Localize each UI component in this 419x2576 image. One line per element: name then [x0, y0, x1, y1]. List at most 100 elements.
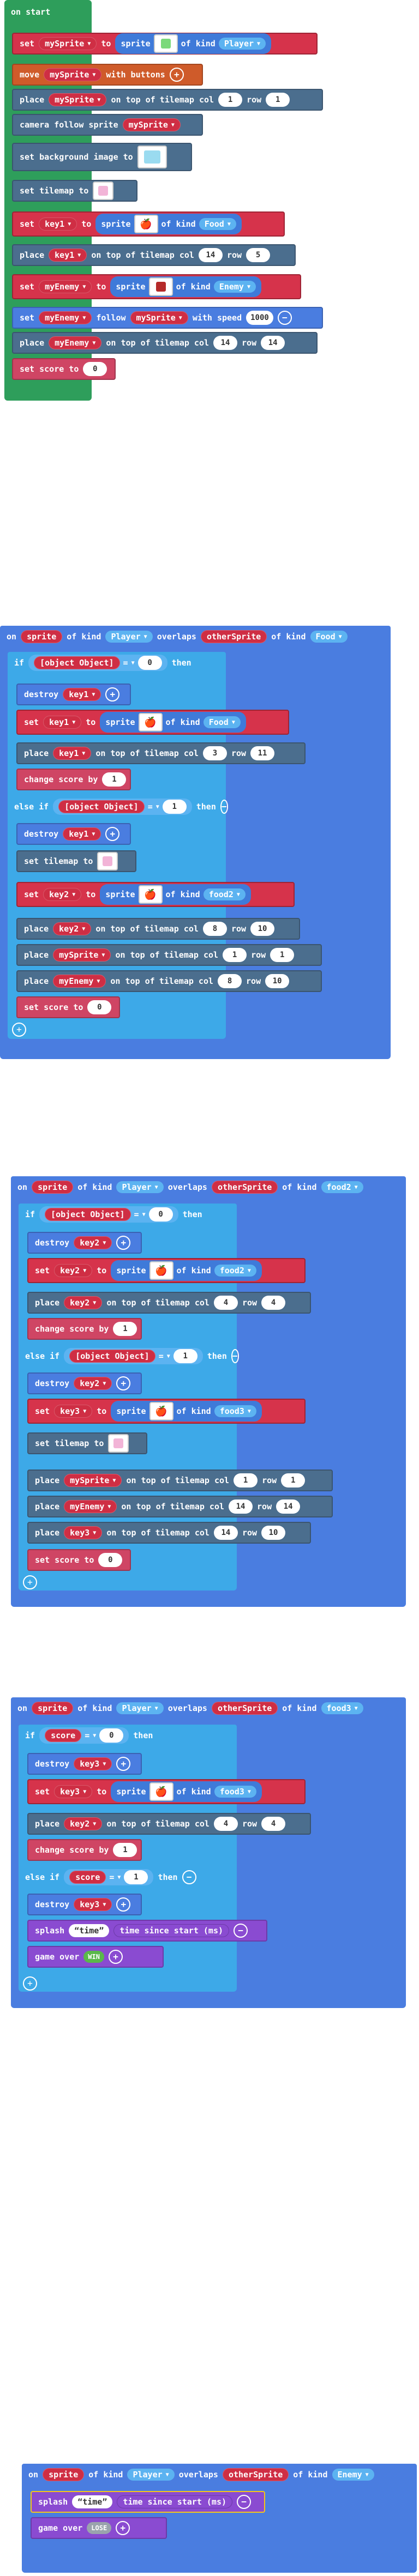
set-score-block[interactable]: set score to 0: [12, 358, 116, 380]
tilemap-image-icon[interactable]: [93, 182, 114, 200]
kind-player[interactable]: Player ▼: [116, 1702, 164, 1714]
var-key3[interactable]: key3 ▼: [54, 1405, 93, 1418]
set-key2-block[interactable]: set key2 ▼ to sprite 🍎 of kind food2 ▼: [27, 1258, 306, 1283]
var-key2[interactable]: key2 ▼: [54, 1264, 93, 1277]
var-othersprite[interactable]: otherSprite: [222, 2468, 289, 2481]
var-mysprite[interactable]: mySprite ▼: [49, 93, 107, 106]
row-input[interactable]: 1: [281, 1473, 306, 1487]
splash-block[interactable]: splash “time” time since start (ms) −: [27, 1920, 267, 1942]
set-myenemy-block[interactable]: set myEnemy ▼ to sprite of kind Enemy ▼: [12, 274, 301, 299]
splash-text-input[interactable]: “time”: [72, 2495, 113, 2508]
kind-food[interactable]: Food ▼: [203, 716, 241, 728]
destroy-block[interactable]: destroy key1 ▼ +: [16, 823, 131, 845]
sprite-creator[interactable]: sprite 🍎 of kind food2 ▼: [100, 884, 251, 905]
row-input[interactable]: 14: [261, 336, 285, 350]
row-input[interactable]: 1: [270, 948, 295, 962]
row-input[interactable]: 11: [250, 746, 275, 760]
col-input[interactable]: 14: [198, 248, 223, 262]
kind-food[interactable]: Food ▼: [199, 218, 236, 230]
var-mysprite[interactable]: mySprite ▼: [122, 118, 181, 131]
sprite-creator[interactable]: sprite of kind Player ▼: [115, 33, 272, 54]
col-input[interactable]: 14: [229, 1499, 253, 1514]
col-input[interactable]: 1: [223, 948, 247, 962]
else-if-header[interactable]: else if [object Object] = ▼ 1 then −: [19, 1345, 239, 1367]
tilemap-image-icon[interactable]: [108, 1434, 129, 1453]
move-mysprite-block[interactable]: move mySprite ▼ with buttons +: [12, 64, 203, 86]
condition[interactable]: [object Object] = ▼ 0: [39, 1206, 178, 1223]
var-mysprite[interactable]: mySprite ▼: [44, 68, 102, 81]
speed-input[interactable]: 1000: [246, 311, 273, 325]
destroy-block[interactable]: destroy key3 ▼ +: [27, 1894, 142, 1915]
plus-icon[interactable]: +: [108, 1950, 123, 1964]
col-input[interactable]: 4: [213, 1817, 238, 1831]
change-score-block[interactable]: change score by 1: [27, 1318, 142, 1340]
apple-icon[interactable]: 🍎: [149, 1402, 173, 1420]
if-add-button[interactable]: +: [12, 1023, 26, 1037]
var-score[interactable]: [object Object]: [45, 1208, 131, 1221]
kind-food3[interactable]: food3 ▼: [214, 1405, 256, 1417]
place-key1-block[interactable]: place key1 ▼ on top of tilemap col 14 row…: [12, 244, 296, 266]
apple-icon[interactable]: 🍎: [138, 713, 163, 731]
var-key1[interactable]: key1 ▼: [63, 688, 101, 701]
var-key2[interactable]: key2 ▼: [64, 1817, 103, 1830]
plus-icon[interactable]: +: [169, 68, 184, 82]
change-input[interactable]: 1: [102, 772, 127, 787]
col-input[interactable]: 4: [213, 1296, 238, 1310]
var-myenemy[interactable]: myEnemy ▼: [39, 311, 92, 324]
var-key2[interactable]: key2 ▼: [74, 1236, 112, 1249]
var-sprite[interactable]: sprite: [32, 1702, 74, 1715]
col-input[interactable]: 1: [218, 93, 243, 107]
var-key2[interactable]: key2 ▼: [43, 888, 82, 901]
place-myenemy-block[interactable]: place myEnemy ▼ on top of tilemap col 14 …: [12, 332, 318, 354]
value-input[interactable]: 0: [99, 1728, 124, 1743]
var-key1[interactable]: key1 ▼: [43, 716, 82, 729]
set-tilemap-block[interactable]: set tilemap to: [27, 1432, 147, 1454]
overlap-enemy-header[interactable]: on sprite of kind Player ▼ overlaps other…: [22, 2464, 417, 2486]
row-input[interactable]: 1: [266, 93, 290, 107]
time-since-start[interactable]: time since start (ms): [117, 2495, 233, 2508]
kind-food2[interactable]: food2 ▼: [203, 888, 246, 900]
follow-block[interactable]: set myEnemy ▼ follow mySprite ▼ with speed…: [12, 307, 323, 329]
kind-enemy[interactable]: Enemy ▼: [213, 281, 256, 293]
set-background-block[interactable]: set background image to: [12, 143, 192, 171]
tilemap-image-icon[interactable]: [97, 852, 118, 870]
splash-block[interactable]: splash “time” time since start (ms) −: [31, 2491, 265, 2513]
sprite-image-icon[interactable]: [153, 34, 178, 53]
kind-player[interactable]: Player ▼: [116, 1181, 164, 1193]
value-input[interactable]: 1: [124, 1870, 148, 1884]
row-input[interactable]: 10: [261, 1526, 286, 1540]
condition[interactable]: score = ▼ 0: [39, 1727, 129, 1744]
place-key3-block[interactable]: place key3 ▼ on top of tilemap col 14 row…: [27, 1522, 311, 1544]
score-input[interactable]: 0: [87, 1000, 112, 1014]
condition[interactable]: [object Object] = ▼ 1: [53, 799, 192, 815]
var-key1[interactable]: key1 ▼: [49, 249, 87, 262]
var-sprite[interactable]: sprite: [21, 630, 63, 643]
sprite-creator[interactable]: sprite 🍎 of kind food3 ▼: [111, 1781, 262, 1802]
value-input[interactable]: 0: [148, 1207, 173, 1222]
background-image-icon[interactable]: [137, 146, 167, 168]
change-input[interactable]: 1: [113, 1322, 137, 1336]
set-key1-block[interactable]: set key1 ▼ to sprite 🍎 of kind Food ▼: [12, 211, 285, 237]
set-key1-block[interactable]: set key1 ▼ to sprite 🍎 of kind Food ▼: [16, 710, 289, 735]
plus-icon[interactable]: +: [105, 827, 120, 841]
sprite-creator[interactable]: sprite 🍎 of kind Food ▼: [100, 712, 246, 733]
minus-icon[interactable]: −: [231, 1349, 239, 1363]
set-mysprite-block[interactable]: set mySprite ▼ to sprite of kind Player ▼: [12, 33, 318, 55]
plus-icon[interactable]: +: [105, 687, 120, 702]
var-sprite[interactable]: sprite: [32, 1181, 74, 1194]
if-add-button[interactable]: +: [23, 1575, 37, 1589]
enemy-image-icon[interactable]: [148, 277, 173, 296]
game-over-block[interactable]: game over LOSE +: [31, 2517, 167, 2539]
if-header[interactable]: if [object Object] = ▼ 0 then: [8, 652, 226, 674]
col-input[interactable]: 14: [213, 336, 238, 350]
var-key1[interactable]: key1 ▼: [63, 827, 101, 840]
var-mysprite[interactable]: mySprite ▼: [64, 1474, 122, 1487]
score-input[interactable]: 0: [98, 1553, 123, 1567]
apple-icon[interactable]: 🍎: [149, 1782, 173, 1801]
place-key2-block[interactable]: place key2 ▼ on top of tilemap col 8 row …: [16, 918, 300, 940]
set-tilemap-block[interactable]: set tilemap to: [12, 180, 137, 202]
place-mysprite-block[interactable]: place mySprite ▼ on top of tilemap col 1 …: [27, 1470, 333, 1491]
kind-player[interactable]: Player ▼: [127, 2469, 175, 2481]
row-input[interactable]: 10: [265, 974, 290, 988]
col-input[interactable]: 8: [202, 922, 227, 936]
